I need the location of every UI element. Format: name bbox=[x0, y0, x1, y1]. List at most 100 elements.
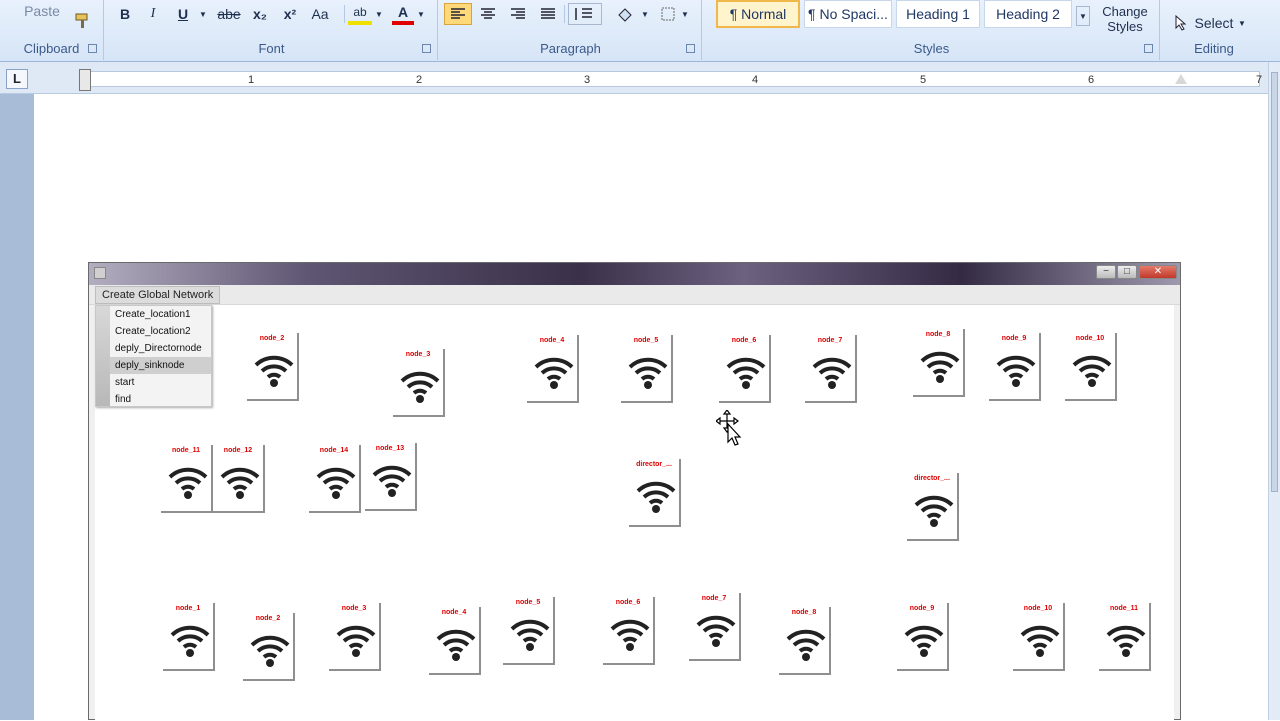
sensor-node[interactable]: node_5 bbox=[503, 597, 555, 665]
menu-item-find[interactable]: find bbox=[110, 391, 211, 408]
network-canvas[interactable]: node_2 node_3 node_4 node_5 node_6 node_7 node… bbox=[95, 305, 1174, 721]
sensor-node[interactable]: node_13 bbox=[365, 443, 417, 511]
sensor-node[interactable]: node_10 bbox=[1065, 333, 1117, 401]
underline-button[interactable]: U bbox=[172, 3, 194, 25]
superscript-button[interactable]: x² bbox=[278, 3, 302, 25]
sensor-node[interactable]: node_11 bbox=[161, 445, 213, 513]
sensor-node[interactable]: node_3 bbox=[393, 349, 445, 417]
menu-item-deploy-director-node[interactable]: deply_Directornode bbox=[110, 340, 211, 357]
sensor-node[interactable]: node_14 bbox=[309, 445, 361, 513]
wifi-signal-icon bbox=[628, 357, 668, 389]
subscript-button[interactable]: x₂ bbox=[248, 3, 272, 25]
align-right-icon[interactable] bbox=[506, 3, 530, 25]
node-label: node_11 bbox=[171, 447, 200, 454]
sensor-node[interactable]: node_1 bbox=[163, 603, 215, 671]
maximize-button[interactable]: □ bbox=[1117, 265, 1137, 279]
create-global-network-menu[interactable]: Create Global Network bbox=[95, 286, 221, 304]
align-center-icon[interactable] bbox=[476, 3, 500, 25]
align-left-icon[interactable] bbox=[444, 3, 472, 25]
sensor-node[interactable]: node_7 bbox=[689, 593, 741, 661]
sensor-node[interactable]: node_6 bbox=[719, 335, 771, 403]
node-label: node_8 bbox=[925, 331, 951, 338]
change-case-button[interactable]: Aa bbox=[306, 3, 334, 25]
highlight-button[interactable]: ab bbox=[348, 3, 372, 25]
italic-button[interactable]: I bbox=[142, 3, 164, 25]
close-button[interactable]: ✕ bbox=[1139, 265, 1177, 279]
menu-item-create-location2[interactable]: Create_location2 bbox=[110, 323, 211, 340]
clipboard-group: Paste Clipboard bbox=[0, 0, 104, 60]
sensor-node[interactable]: node_12 bbox=[213, 445, 265, 513]
wifi-signal-icon bbox=[170, 625, 210, 657]
right-indent-marker[interactable] bbox=[1175, 74, 1187, 84]
select-dropdown-icon[interactable]: ▼ bbox=[1236, 12, 1248, 34]
sensor-node[interactable]: node_5 bbox=[621, 335, 673, 403]
sensor-node[interactable]: node_9 bbox=[989, 333, 1041, 401]
sensor-node[interactable]: node_2 bbox=[243, 613, 295, 681]
wifi-signal-icon bbox=[1072, 355, 1112, 387]
node-label: node_4 bbox=[441, 609, 467, 616]
editing-group: Select ▼ Editing bbox=[1162, 0, 1266, 60]
ruler-number: 7 bbox=[1256, 74, 1263, 86]
menu-item-start[interactable]: start bbox=[110, 374, 211, 391]
ruler-track[interactable]: 1 2 3 4 5 6 7 bbox=[79, 69, 1263, 91]
style-heading-1[interactable]: Heading 1 bbox=[896, 0, 980, 28]
network-app-window: − □ ✕ Create Global Network node_2 node_3… bbox=[88, 262, 1181, 721]
scrollbar-thumb[interactable] bbox=[1271, 72, 1278, 492]
sensor-node[interactable]: node_2 bbox=[247, 333, 299, 401]
style-no-spacing[interactable]: ¶ No Spaci... bbox=[804, 0, 892, 28]
line-spacing-icon[interactable] bbox=[568, 3, 602, 25]
wifi-signal-icon bbox=[534, 357, 574, 389]
sensor-node[interactable]: node_3 bbox=[329, 603, 381, 671]
sensor-node[interactable]: node_10 bbox=[1013, 603, 1065, 671]
borders-dropdown-icon[interactable]: ▼ bbox=[680, 3, 690, 25]
paragraph-group: ▼ ▼ Paragraph bbox=[440, 0, 702, 60]
menu-item-deploy-sink-node[interactable]: deply_sinknode bbox=[110, 357, 211, 374]
borders-icon[interactable] bbox=[656, 3, 680, 25]
left-indent-marker[interactable] bbox=[79, 69, 91, 91]
minimize-button[interactable]: − bbox=[1096, 265, 1116, 279]
wifi-signal-icon bbox=[254, 355, 294, 387]
tab-selector[interactable]: L bbox=[6, 69, 28, 89]
sensor-node[interactable]: director_... bbox=[907, 473, 959, 541]
format-painter-icon[interactable] bbox=[72, 10, 92, 32]
menu-item-create-location1[interactable]: Create_location1 bbox=[110, 306, 211, 323]
node-label: node_9 bbox=[909, 605, 935, 612]
ruler-number: 6 bbox=[1088, 74, 1095, 86]
paste-button[interactable]: Paste bbox=[12, 0, 72, 22]
paragraph-launcher-icon[interactable] bbox=[686, 44, 695, 53]
font-color-dropdown-icon[interactable]: ▼ bbox=[416, 3, 426, 25]
sensor-node[interactable]: node_4 bbox=[429, 607, 481, 675]
strikethrough-button[interactable]: abe bbox=[216, 3, 242, 25]
change-styles-button[interactable]: Change Styles bbox=[1096, 2, 1154, 36]
justify-icon[interactable] bbox=[536, 3, 560, 25]
wifi-signal-icon bbox=[726, 357, 766, 389]
bold-button[interactable]: B bbox=[114, 3, 136, 25]
font-launcher-icon[interactable] bbox=[422, 44, 431, 53]
font-separator bbox=[344, 5, 345, 23]
highlight-dropdown-icon[interactable]: ▼ bbox=[374, 3, 384, 25]
sensor-node[interactable]: director_... bbox=[629, 459, 681, 527]
style-heading-2[interactable]: Heading 2 bbox=[984, 0, 1072, 28]
node-label: node_11 bbox=[1109, 605, 1138, 612]
sensor-node[interactable]: node_7 bbox=[805, 335, 857, 403]
sensor-node[interactable]: node_11 bbox=[1099, 603, 1151, 671]
font-color-button[interactable]: A bbox=[392, 3, 414, 25]
sensor-node[interactable]: node_8 bbox=[913, 329, 965, 397]
sensor-node[interactable]: node_6 bbox=[603, 597, 655, 665]
wifi-signal-icon bbox=[220, 467, 260, 499]
sensor-node[interactable]: node_8 bbox=[779, 607, 831, 675]
select-button[interactable]: Select bbox=[1192, 12, 1236, 34]
shading-icon[interactable] bbox=[612, 3, 640, 25]
sensor-node[interactable]: node_4 bbox=[527, 335, 579, 403]
sensor-node[interactable]: node_9 bbox=[897, 603, 949, 671]
clipboard-launcher-icon[interactable] bbox=[88, 44, 97, 53]
styles-launcher-icon[interactable] bbox=[1144, 44, 1153, 53]
styles-more-icon[interactable]: ▼ bbox=[1076, 6, 1090, 26]
wifi-signal-icon bbox=[996, 355, 1036, 387]
shading-dropdown-icon[interactable]: ▼ bbox=[640, 3, 650, 25]
app-title-bar[interactable]: − □ ✕ bbox=[89, 263, 1180, 285]
style-normal[interactable]: ¶ Normal bbox=[716, 0, 800, 28]
wifi-signal-icon bbox=[336, 625, 376, 657]
underline-dropdown-icon[interactable]: ▼ bbox=[198, 3, 208, 25]
vertical-scrollbar[interactable] bbox=[1268, 62, 1280, 720]
